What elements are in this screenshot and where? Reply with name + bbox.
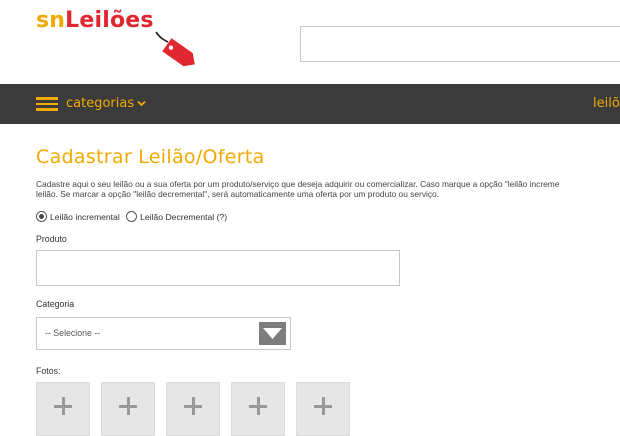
price-tag-icon bbox=[155, 31, 195, 67]
nav-link-leiloes[interactable]: leilõ bbox=[593, 96, 620, 111]
search-input[interactable] bbox=[300, 26, 620, 62]
photo-slot-1[interactable] bbox=[36, 382, 90, 436]
categoria-select[interactable]: -- Selecione -- bbox=[36, 317, 291, 350]
categoria-label: Categoria bbox=[36, 299, 75, 309]
produto-input[interactable] bbox=[36, 250, 400, 286]
photo-slot-5[interactable] bbox=[296, 382, 350, 436]
radio-label-incremental: Leilão incremental bbox=[50, 211, 120, 222]
photo-slot-4[interactable] bbox=[231, 382, 285, 436]
radio-button-checked[interactable] bbox=[36, 211, 47, 222]
logo-sn: sn bbox=[36, 8, 66, 33]
nav-bar: categorias leilõ bbox=[0, 84, 620, 124]
logo-text: snLeilões bbox=[36, 8, 154, 33]
page-title: Cadastrar Leilão/Oferta bbox=[36, 146, 265, 168]
radio-leilao-incremental[interactable]: Leilão incremental bbox=[36, 211, 120, 222]
chevron-down-icon bbox=[137, 97, 146, 110]
page-description: Cadastre aqui o seu leilão ou a sua ofer… bbox=[36, 179, 620, 199]
select-dropdown-button[interactable] bbox=[259, 322, 286, 345]
categories-menu-button[interactable]: categorias bbox=[66, 96, 146, 111]
hamburger-menu-icon[interactable] bbox=[36, 97, 58, 111]
auction-type-radio-group: Leilão incremental Leilão Decremental (?… bbox=[36, 211, 231, 224]
categoria-selected-value: -- Selecione -- bbox=[45, 328, 101, 338]
logo-leiloes: Leilões bbox=[65, 8, 154, 33]
categories-label: categorias bbox=[66, 96, 135, 111]
triangle-down-icon bbox=[263, 328, 282, 339]
radio-leilao-decremental[interactable]: Leilão Decremental (?) bbox=[126, 211, 227, 222]
description-line-1: Cadastre aqui o seu leilão ou a sua ofer… bbox=[36, 179, 560, 189]
description-line-2: leilão. Se marcar a opção "leilão decrem… bbox=[36, 189, 440, 199]
radio-label-decremental: Leilão Decremental (?) bbox=[140, 211, 228, 222]
radio-button-unchecked[interactable] bbox=[126, 211, 138, 222]
fotos-label: Fotos: bbox=[36, 366, 61, 376]
photo-slot-2[interactable] bbox=[101, 382, 155, 436]
produto-label: Produto bbox=[36, 234, 67, 244]
site-logo[interactable]: snLeilões bbox=[36, 6, 206, 76]
photo-slot-3[interactable] bbox=[166, 382, 220, 436]
